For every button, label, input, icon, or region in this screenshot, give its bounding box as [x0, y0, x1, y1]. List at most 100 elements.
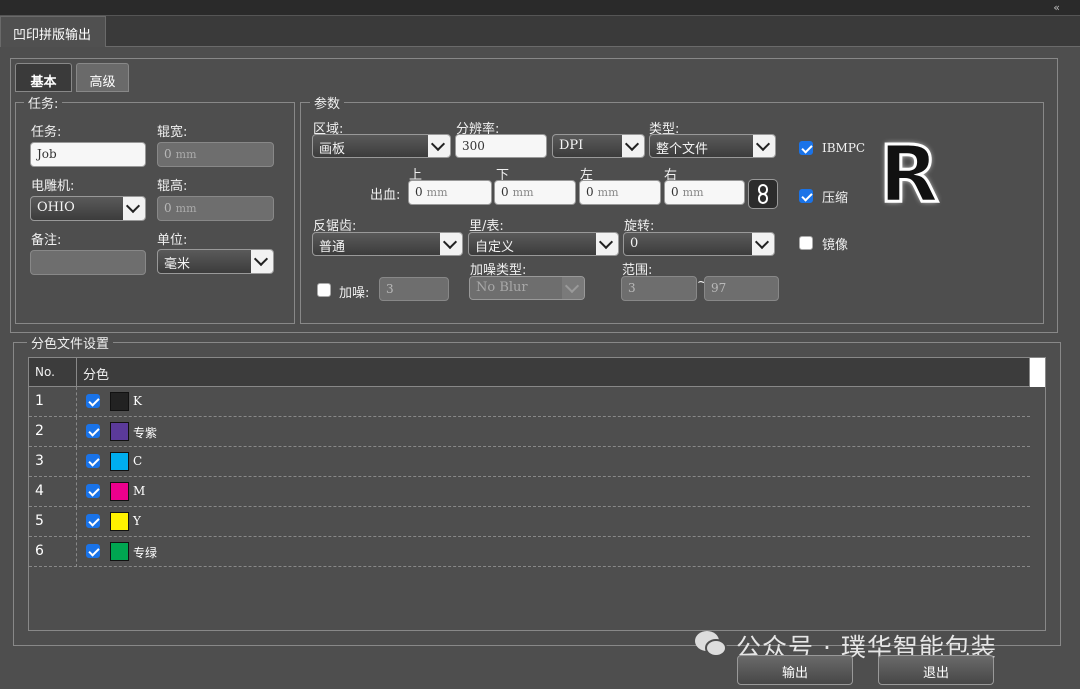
- app-logo: R: [877, 130, 940, 220]
- chain-link-icon: [758, 184, 768, 204]
- table-row[interactable]: 2 专紫: [29, 417, 1030, 447]
- table-row[interactable]: 5Y: [29, 507, 1030, 537]
- bleed-left-input[interactable]: 0 mm: [579, 180, 661, 205]
- column-divider: [76, 477, 77, 507]
- chevron-down-icon: [596, 233, 618, 255]
- ibmpc-label: IBMPC: [822, 141, 866, 155]
- column-header-separation: 分色: [83, 368, 110, 383]
- separation-name: K: [133, 394, 142, 408]
- unit-select[interactable]: 毫米: [157, 249, 274, 274]
- noise-type-select[interactable]: No Blur: [469, 276, 585, 300]
- table-header: No. 分色: [29, 358, 1030, 387]
- ibmpc-checkbox[interactable]: [799, 141, 813, 155]
- color-swatch: [110, 392, 129, 411]
- noise-checkbox[interactable]: [317, 283, 331, 297]
- engraver-select[interactable]: OHIO: [30, 196, 146, 221]
- note-input[interactable]: [30, 250, 146, 275]
- bleed-bottom-input[interactable]: 0 mm: [494, 180, 576, 205]
- chevron-down-icon: [428, 135, 450, 157]
- column-divider: [76, 358, 77, 387]
- separation-name: 专紫: [133, 426, 158, 440]
- resolution-input[interactable]: 300: [455, 134, 547, 158]
- color-swatch: [110, 422, 129, 441]
- collapse-panel-icon[interactable]: «: [1053, 1, 1060, 14]
- separations-group-title: 分色文件设置: [27, 333, 114, 352]
- side-select[interactable]: 自定义: [468, 232, 619, 256]
- separation-checkbox[interactable]: [86, 484, 100, 498]
- color-swatch: [110, 482, 129, 501]
- separation-name: Y: [133, 514, 141, 528]
- noise-input[interactable]: 3: [379, 277, 449, 301]
- scrollbar[interactable]: [1029, 358, 1045, 387]
- note-label: 备注:: [31, 233, 62, 248]
- chevron-down-icon: [752, 233, 774, 255]
- chevron-down-icon: [622, 135, 644, 157]
- params-group-title: 参数: [310, 93, 345, 112]
- resolution-unit-select[interactable]: DPI: [552, 134, 645, 158]
- column-divider: [76, 447, 77, 477]
- column-divider: [76, 417, 77, 447]
- title-bar: [0, 0, 1080, 16]
- column-divider: [76, 537, 77, 567]
- column-divider: [76, 507, 77, 537]
- type-select[interactable]: 整个文件: [649, 134, 776, 158]
- row-number: 1: [35, 393, 44, 409]
- task-group-title: 任务:: [24, 93, 63, 112]
- separations-table: No. 分色 1 K 2 专紫 3 C 4 M 5 Y 6 专绿: [28, 357, 1046, 631]
- mirror-checkbox[interactable]: [799, 236, 813, 250]
- tab-basic[interactable]: 基本: [15, 63, 72, 92]
- row-number: 5: [35, 513, 44, 529]
- roll-width-label: 辊宽:: [157, 125, 188, 140]
- row-number: 6: [35, 543, 44, 559]
- row-number: 3: [35, 453, 44, 469]
- color-swatch: [110, 452, 129, 471]
- chevron-down-icon: [123, 197, 145, 220]
- antialias-select[interactable]: 普通: [312, 232, 463, 256]
- chevron-down-icon: [753, 135, 775, 157]
- color-swatch: [110, 542, 129, 561]
- chevron-down-icon: [440, 233, 462, 255]
- column-header-no: No.: [35, 365, 55, 379]
- roll-height-input[interactable]: 0 mm: [157, 196, 274, 221]
- separation-checkbox[interactable]: [86, 394, 100, 408]
- rotate-select[interactable]: 0: [623, 232, 775, 256]
- chevron-down-icon: [251, 250, 273, 273]
- task-input[interactable]: Job: [30, 142, 146, 167]
- tab-advanced[interactable]: 高级: [76, 63, 129, 92]
- separation-name: M: [133, 484, 146, 498]
- mirror-label: 镜像: [822, 238, 849, 253]
- chevron-down-icon: [562, 277, 584, 299]
- row-number: 2: [35, 423, 44, 439]
- separation-checkbox[interactable]: [86, 514, 100, 528]
- bleed-right-input[interactable]: 0 mm: [664, 180, 745, 205]
- document-tab[interactable]: 凹印拼版输出: [0, 16, 106, 47]
- separation-name: C: [133, 454, 143, 468]
- separation-checkbox[interactable]: [86, 454, 100, 468]
- bleed-link-button[interactable]: [748, 179, 778, 209]
- compress-label: 压缩: [822, 191, 849, 206]
- separation-checkbox[interactable]: [86, 424, 100, 438]
- table-row[interactable]: 3C: [29, 447, 1030, 477]
- noise-label: 加噪:: [339, 286, 370, 301]
- table-row[interactable]: 1K: [29, 387, 1030, 417]
- table-row[interactable]: 6 专绿: [29, 537, 1030, 567]
- roll-width-input[interactable]: 0 mm: [157, 142, 274, 167]
- compress-checkbox[interactable]: [799, 189, 813, 203]
- engraver-label: 电雕机:: [31, 179, 75, 194]
- task-label: 任务:: [31, 125, 62, 140]
- exit-button[interactable]: 退出: [878, 655, 994, 685]
- column-divider: [76, 387, 77, 417]
- output-button[interactable]: 输出: [737, 655, 853, 685]
- separation-checkbox[interactable]: [86, 544, 100, 558]
- wechat-icon: [695, 631, 727, 657]
- range-min-input[interactable]: 3: [621, 276, 697, 301]
- table-row[interactable]: 4M: [29, 477, 1030, 507]
- bleed-top-input[interactable]: 0 mm: [408, 180, 492, 205]
- bleed-label: 出血:: [370, 188, 401, 203]
- color-swatch: [110, 512, 129, 531]
- roll-height-label: 辊高:: [157, 179, 188, 194]
- row-number: 4: [35, 483, 44, 499]
- region-select[interactable]: 画板: [312, 134, 451, 158]
- unit-label: 单位:: [157, 233, 188, 248]
- range-max-input[interactable]: 97: [704, 276, 779, 301]
